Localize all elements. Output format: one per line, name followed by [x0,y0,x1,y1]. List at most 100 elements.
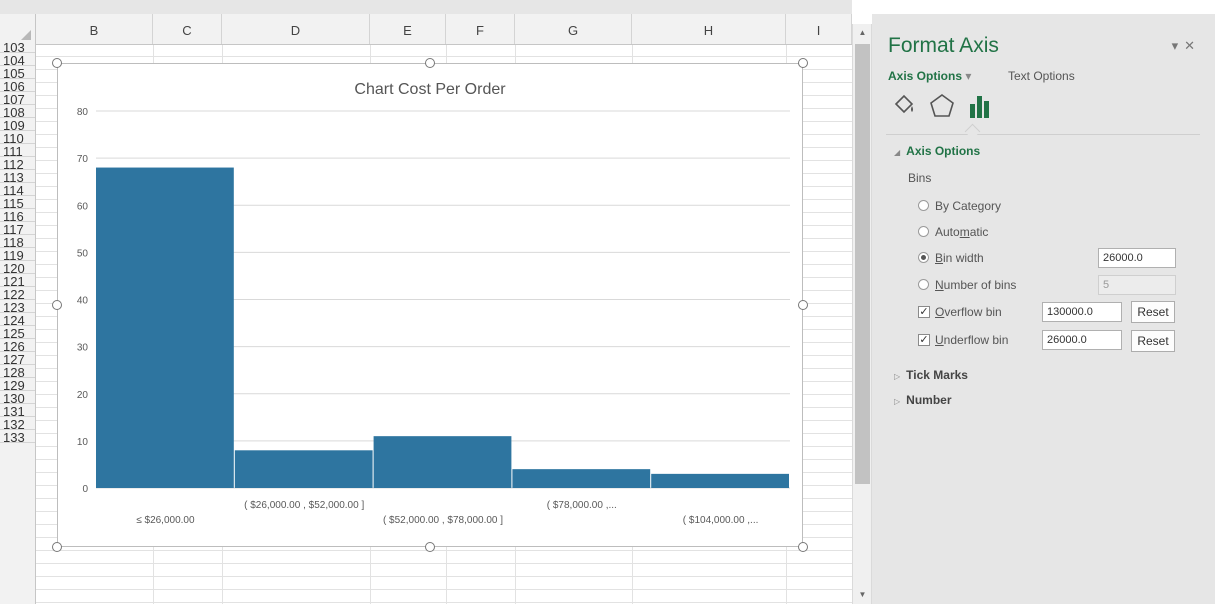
row-header-131[interactable]: 131 [0,404,35,417]
bin-width-label[interactable]: Bin width [935,251,984,265]
overflow-bin-input[interactable]: 130000.0 [1042,302,1122,322]
resize-handle[interactable] [52,58,62,68]
column-header-c[interactable]: C [153,14,222,44]
row-header-103[interactable]: 103 [0,40,35,53]
chart-canvas: 0 10 20 30 40 50 60 70 80 ≤ $26,000.00 ( $26,000.0… [77,81,790,526]
column-header-g[interactable]: G [515,14,632,44]
column-header-i[interactable]: I [786,14,852,44]
pane-options-icon[interactable]: ▾ [1172,38,1185,53]
row-header-118[interactable]: 118 [0,235,35,248]
resize-handle[interactable] [798,542,808,552]
section-axis-options-label: Axis Options [906,144,981,158]
row-header-115[interactable]: 115 [0,196,35,209]
row-header-119[interactable]: 119 [0,248,35,261]
row-header-117[interactable]: 117 [0,222,35,235]
row-header-123[interactable]: 123 [0,300,35,313]
column-header-h[interactable]: H [632,14,786,44]
row-header-124[interactable]: 124 [0,313,35,326]
column-header-d[interactable]: D [222,14,370,44]
pane-controls: ▾✕ [1172,38,1201,54]
number-of-bins-label[interactable]: Number of bins [935,278,1016,292]
worksheet[interactable]: BCDEFGHI 103 104 105 106 107 108 109 110 111 112 1… [0,0,852,604]
underflow-label[interactable]: Underflow bin [935,333,1008,347]
column-header-f[interactable]: F [446,14,515,44]
row-header-114[interactable]: 114 [0,183,35,196]
row-header-113[interactable]: 113 [0,170,35,183]
underflow-reset-button[interactable]: Reset [1131,330,1175,352]
scroll-up-icon[interactable]: ▲ [855,26,870,40]
number-of-bins-radio[interactable] [918,279,929,290]
fill-line-icon[interactable] [890,92,918,120]
section-axis-options[interactable]: ◢ Axis Options [894,144,980,158]
resize-handle[interactable] [798,58,808,68]
by-category-radio[interactable] [918,200,929,211]
scroll-thumb[interactable] [855,44,870,484]
column-headers: BCDEFGHI [0,14,852,45]
histogram-bar [651,473,789,488]
row-header-116[interactable]: 116 [0,209,35,222]
underflow-bin-input[interactable]: 26000.0 [1042,330,1122,350]
bin-width-input[interactable]: 26000.0 [1098,248,1176,268]
automatic-label[interactable]: Automatic [935,225,988,239]
format-axis-pane: Format Axis ▾✕ Axis Options ▾ Text Optio… [872,14,1215,604]
section-tick-marks[interactable]: ▷ Tick Marks [894,368,968,382]
row-header-129[interactable]: 129 [0,378,35,391]
tab-axis-options-label: Axis Options [888,69,963,83]
column-header-e[interactable]: E [370,14,446,44]
overflow-reset-button[interactable]: Reset [1131,301,1175,323]
row-header-120[interactable]: 120 [0,261,35,274]
bin-width-radio[interactable] [918,252,929,263]
resize-handle[interactable] [798,300,808,310]
underflow-label-a: U [935,333,944,347]
row-header-126[interactable]: 126 [0,339,35,352]
row-header-121[interactable]: 121 [0,274,35,287]
row-header-132[interactable]: 132 [0,417,35,430]
resize-handle[interactable] [52,300,62,310]
number-of-bins-input[interactable]: 5 [1098,275,1176,295]
row-header-127[interactable]: 127 [0,352,35,365]
row-header-107[interactable]: 107 [0,92,35,105]
row-header-110[interactable]: 110 [0,131,35,144]
row-header-122[interactable]: 122 [0,287,35,300]
automatic-radio[interactable] [918,226,929,237]
section-number[interactable]: ▷ Number [894,393,952,407]
effects-icon[interactable] [928,92,956,120]
automatic-label-a: Auto [935,225,960,239]
column-header-b[interactable]: B [36,14,153,44]
axis-options-icon[interactable] [966,92,994,120]
underflow-checkbox[interactable]: ✓ [918,334,930,346]
resize-handle[interactable] [425,58,435,68]
top-strip [0,0,852,14]
row-header-111[interactable]: 111 [0,144,35,157]
row-header-112[interactable]: 112 [0,157,35,170]
tab-text-options[interactable]: Text Options [1008,69,1075,83]
x-category-label: ≤ $26,000.00 [136,515,195,526]
row-header-130[interactable]: 130 [0,391,35,404]
histogram-bar [96,167,234,489]
pane-divider [886,134,1200,135]
close-icon[interactable]: ✕ [1184,38,1201,53]
histogram-chart[interactable]: 0 10 20 30 40 50 60 70 80 ≤ $26,000.00 ( $26,000.0… [57,63,803,547]
histogram-bar [512,469,651,488]
overflow-label[interactable]: Overflow bin [935,305,1002,319]
tab-caret [964,123,981,140]
row-header-133[interactable]: 133 [0,430,35,443]
scroll-down-icon[interactable]: ▼ [855,588,870,602]
row-header-106[interactable]: 106 [0,79,35,92]
overflow-checkbox[interactable]: ✓ [918,306,930,318]
row-header-104[interactable]: 104 [0,53,35,66]
resize-handle[interactable] [52,542,62,552]
resize-handle[interactable] [425,542,435,552]
row-header-108[interactable]: 108 [0,105,35,118]
y-tick-label: 40 [77,296,89,307]
row-header-105[interactable]: 105 [0,66,35,79]
expand-triangle-icon: ◢ [894,148,901,157]
automatic-label-b: m [959,225,970,239]
by-category-label[interactable]: By Category [935,199,1001,213]
vertical-scrollbar[interactable]: ▲ ▼ [852,24,872,604]
row-header-109[interactable]: 109 [0,118,35,131]
tab-axis-options[interactable]: Axis Options ▾ [888,69,971,83]
section-tick-marks-label: Tick Marks [906,368,968,382]
row-header-128[interactable]: 128 [0,365,35,378]
row-header-125[interactable]: 125 [0,326,35,339]
